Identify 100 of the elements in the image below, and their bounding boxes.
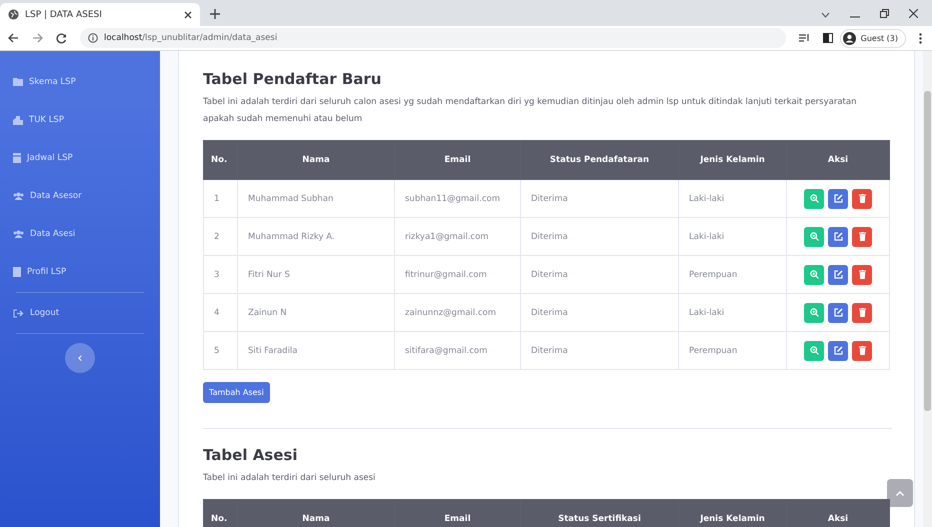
sidebar-toggle-button[interactable]: ‹: [65, 343, 95, 373]
users-icon: [13, 192, 24, 200]
edit-button[interactable]: [828, 188, 848, 208]
info-icon: [88, 33, 98, 43]
scrollbar[interactable]: [923, 51, 932, 527]
table-cell: Fitri Nur S: [238, 256, 394, 294]
zoom-in-icon: [810, 194, 818, 203]
edit-icon: [834, 232, 842, 241]
table-cell: Siti Faradila: [238, 332, 394, 370]
sidebar-item[interactable]: Skema LSP: [0, 63, 160, 101]
zoom-in-icon: [810, 270, 818, 279]
sidebar-item[interactable]: TUK LSP: [0, 101, 160, 139]
chevron-up-icon: [896, 490, 904, 496]
restore-icon[interactable]: [880, 9, 889, 18]
table-cell: sitifara@gmail.com: [394, 332, 520, 370]
column-header: Nama: [302, 155, 330, 165]
column-header: Jenis Kelamin: [700, 155, 765, 165]
forward-icon[interactable]: [32, 33, 43, 43]
edit-button[interactable]: [828, 264, 848, 284]
column-header: Jenis Kelamin: [700, 514, 765, 524]
calendar-icon: [13, 153, 21, 163]
table-cell: 5: [204, 332, 238, 370]
table-cell: Laki-laki: [678, 218, 786, 256]
zoom-in-icon: [810, 346, 818, 355]
browser-tab[interactable]: LSP | DATA ASESI: [0, 3, 200, 26]
sidebar-item[interactable]: Data Asesor: [0, 177, 160, 215]
column-header: Nama: [302, 514, 330, 524]
edit-icon: [834, 346, 842, 355]
chevron-down-icon[interactable]: [821, 12, 830, 18]
column-header: Aksi: [828, 514, 848, 524]
table-cell: Muhammad Subhan: [238, 180, 394, 218]
table-cell: fitrinur@gmail.com: [394, 256, 520, 294]
table-cell: Laki-laki: [678, 294, 786, 332]
table-cell: Perempuan: [678, 256, 786, 294]
table-cell: zainunnz@gmail.com: [394, 294, 520, 332]
table-cell: Zainun N: [238, 294, 394, 332]
table-cell: 1: [204, 180, 238, 218]
zoom-in-icon: [810, 232, 818, 241]
delete-button[interactable]: [852, 188, 872, 208]
column-header: Status Pendafataran: [550, 155, 650, 165]
table-cell: rizkya1@gmail.com: [394, 218, 520, 256]
table-cell: Diterima: [520, 218, 678, 256]
column-header: Email: [444, 514, 471, 524]
table-cell: Perempuan: [678, 332, 786, 370]
zoom-in-icon: [810, 308, 818, 317]
close-icon[interactable]: [909, 9, 918, 18]
reload-icon[interactable]: [56, 32, 67, 44]
column-header: Status Sertifikasi: [558, 514, 641, 524]
edit-icon: [834, 308, 842, 317]
user-avatar-icon: [842, 32, 856, 44]
add-button[interactable]: Tambah Asesi: [203, 382, 270, 403]
section-description: Tabel ini adalah terdiri dari seluruh asesi: [203, 472, 376, 485]
edit-button[interactable]: [828, 340, 848, 360]
scrollbar-thumb[interactable]: [924, 91, 931, 411]
trash-icon: [858, 270, 866, 279]
table-cell: subhan11@gmail.com: [394, 180, 520, 218]
folder-icon: [13, 78, 23, 86]
table-cell: 4: [204, 294, 238, 332]
table-cell: Diterima: [520, 256, 678, 294]
back-icon[interactable]: [8, 33, 19, 43]
sidebar-item[interactable]: Profil LSP: [0, 253, 160, 291]
edit-icon: [834, 270, 842, 279]
profile-button[interactable]: Guest (3): [840, 28, 906, 48]
table-cell: Diterima: [520, 294, 678, 332]
table-cell: Diterima: [520, 180, 678, 218]
logout-item[interactable]: Logout: [0, 294, 160, 332]
section-title: Tabel Pendaftar Baru: [203, 70, 382, 88]
delete-button[interactable]: [852, 264, 872, 284]
minimize-icon[interactable]: [850, 16, 860, 18]
logout-icon: [13, 308, 24, 318]
table-cell: 2: [204, 218, 238, 256]
table-cell: Muhammad Rizky A.: [238, 218, 394, 256]
column-header: Aksi: [828, 155, 848, 165]
playlist-icon[interactable]: [798, 33, 810, 43]
address-bar[interactable]: localhost/lsp_unublitar/admin/data_asesi: [80, 28, 786, 48]
delete-button[interactable]: [852, 226, 872, 246]
column-header: No.: [211, 155, 228, 165]
url-text: localhost/lsp_unublitar/admin/data_asesi: [104, 33, 278, 43]
side-panel-icon[interactable]: [822, 33, 833, 43]
column-header: Email: [444, 155, 471, 165]
edit-button[interactable]: [828, 226, 848, 246]
trash-icon: [858, 308, 866, 317]
sidebar-item[interactable]: Jadwal LSP: [0, 139, 160, 177]
sidebar-item[interactable]: Data Asesi: [0, 215, 160, 253]
tab-title: LSP | DATA ASESI: [25, 10, 103, 20]
users-icon: [13, 230, 24, 238]
close-icon[interactable]: [184, 10, 192, 18]
scroll-top-button[interactable]: [887, 479, 913, 507]
edit-icon: [834, 194, 842, 203]
menu-icon[interactable]: [919, 32, 922, 44]
section-title: Tabel Asesi: [203, 446, 298, 464]
table-cell: Laki-laki: [678, 180, 786, 218]
edit-button[interactable]: [828, 302, 848, 322]
delete-button[interactable]: [852, 340, 872, 360]
table-cell: Diterima: [520, 332, 678, 370]
trash-icon: [858, 194, 866, 203]
table-cell: 3: [204, 256, 238, 294]
new-tab-icon[interactable]: [210, 9, 220, 19]
delete-button[interactable]: [852, 302, 872, 322]
section-description: Tabel ini adalah terdiri dari seluruh calon asesi yg sudah mendaftarkan diri yg kemudian ditinjau oleh admin lsp untuk ditindak lanjuti terkait persyaratan apakah sudah memenuhi atau belum: [203, 96, 858, 126]
